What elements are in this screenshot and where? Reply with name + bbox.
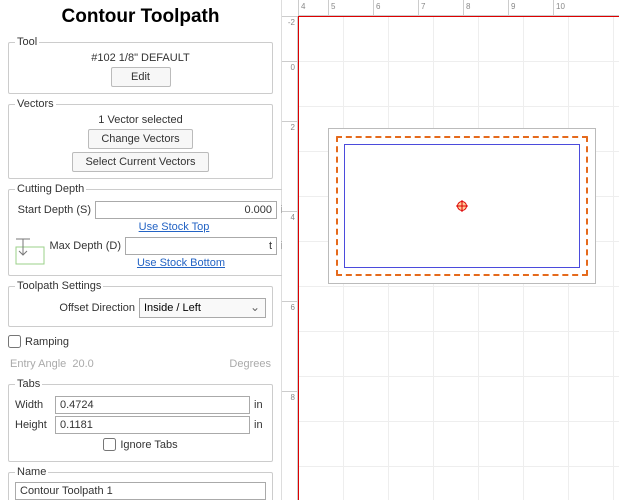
toolpath-name-input[interactable] [15, 482, 266, 500]
ruler-horizontal: 4 5 6 7 8 9 10 [298, 0, 619, 16]
tool-legend: Tool [15, 36, 39, 48]
tab-height-input[interactable] [55, 416, 250, 434]
max-depth-input[interactable] [125, 237, 277, 255]
name-legend: Name [15, 466, 48, 478]
ruler-vertical: -2 0 2 4 6 8 [282, 16, 298, 500]
edit-tool-button[interactable]: Edit [111, 67, 171, 87]
ramping-label: Ramping [25, 336, 69, 348]
change-vectors-button[interactable]: Change Vectors [88, 129, 192, 149]
vectors-section: Vectors 1 Vector selected Change Vectors… [8, 98, 273, 179]
origin-line-v [298, 16, 299, 500]
select-current-vectors-button[interactable]: Select Current Vectors [72, 152, 208, 172]
tool-description: #102 1/8" DEFAULT [91, 52, 189, 64]
name-section: Name [8, 466, 273, 500]
vectors-legend: Vectors [15, 98, 56, 110]
offset-direction-label: Offset Direction [15, 302, 135, 314]
ignore-tabs-checkbox[interactable] [103, 438, 116, 451]
tabs-legend: Tabs [15, 378, 42, 390]
app-root: Contour Toolpath Tool #102 1/8" DEFAULT … [0, 0, 619, 500]
tab-width-unit: in [254, 399, 266, 411]
tool-section: Tool #102 1/8" DEFAULT Edit [8, 36, 273, 94]
tab-height-label: Height [15, 419, 51, 431]
tabs-section: Tabs Width in Height in Ignore Tabs [8, 378, 273, 462]
cutting-depth-legend: Cutting Depth [15, 183, 86, 195]
origin-line-h [298, 16, 619, 17]
use-stock-bottom-link[interactable]: Use Stock Bottom [69, 257, 293, 269]
entry-angle-label: Entry Angle 20.0 [10, 358, 94, 370]
toolpath-settings-legend: Toolpath Settings [15, 280, 103, 292]
tab-width-label: Width [15, 399, 51, 411]
cutting-depth-section: Cutting Depth Start Depth (S) in Use Sto… [8, 183, 300, 276]
toolpath-settings-section: Toolpath Settings Offset Direction Insid… [8, 280, 273, 327]
entry-angle-unit: Degrees [229, 358, 271, 370]
tab-width-input[interactable] [55, 396, 250, 414]
ignore-tabs-label: Ignore Tabs [120, 439, 177, 451]
depth-diagram-icon [15, 237, 45, 265]
ramping-row: Ramping [8, 335, 273, 348]
canvas-area[interactable]: 4 5 6 7 8 9 10 -2 0 2 4 6 8 [282, 0, 619, 500]
start-depth-label: Start Depth (S) [15, 204, 91, 216]
max-depth-label: Max Depth (D) [49, 240, 121, 252]
offset-direction-select[interactable]: Inside / Left [139, 298, 266, 318]
config-panel: Contour Toolpath Tool #102 1/8" DEFAULT … [0, 0, 282, 500]
use-stock-top-link[interactable]: Use Stock Top [55, 221, 293, 233]
tab-height-unit: in [254, 419, 266, 431]
start-depth-input[interactable] [95, 201, 277, 219]
ramping-checkbox[interactable] [8, 335, 21, 348]
page-title: Contour Toolpath [8, 6, 273, 28]
vectors-status: 1 Vector selected [98, 114, 182, 126]
origin-marker-icon[interactable] [457, 201, 467, 211]
